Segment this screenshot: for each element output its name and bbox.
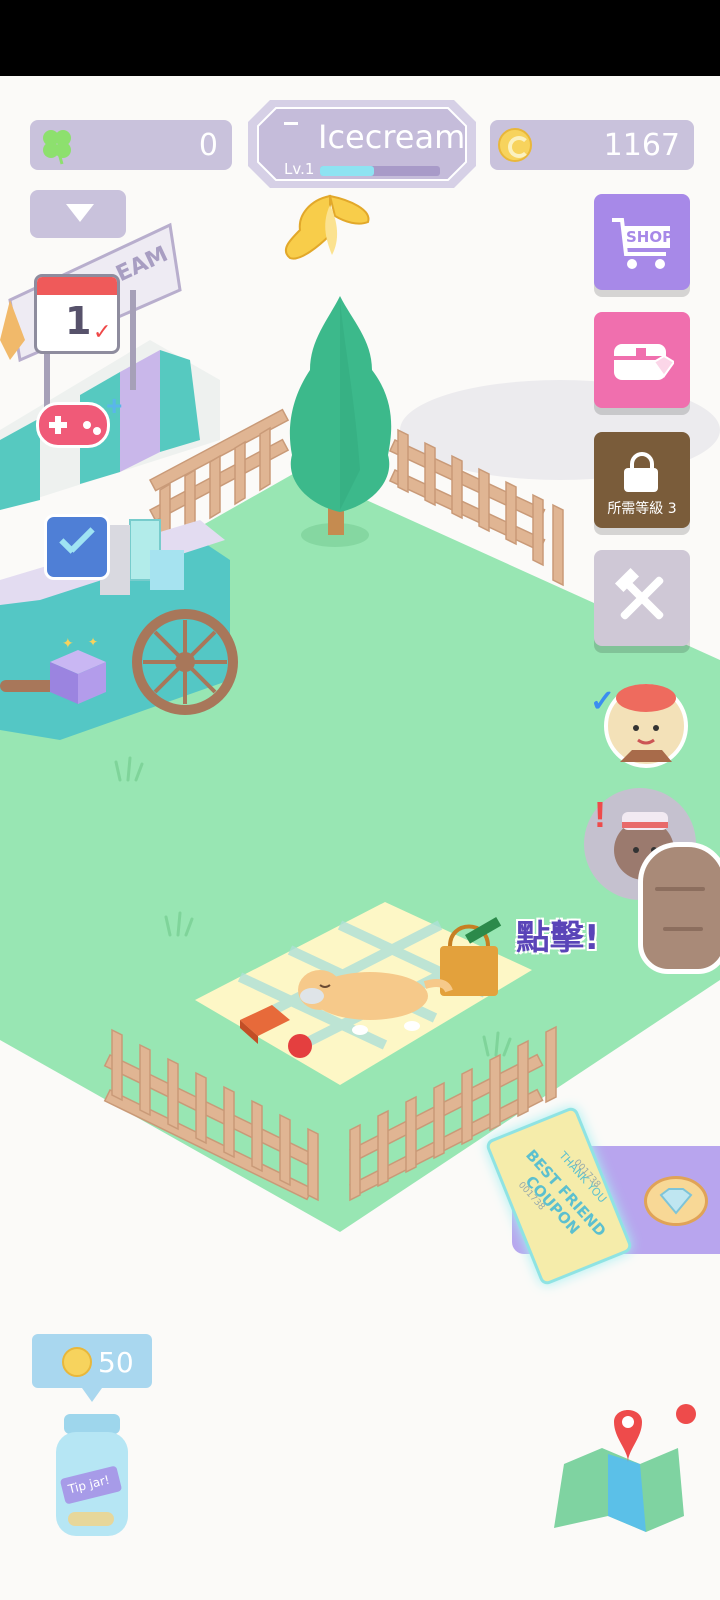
jar-lid (64, 1414, 120, 1434)
tip-jar[interactable]: Tip jar! (56, 1414, 128, 1538)
plate-dash (284, 122, 298, 125)
notification-dot (676, 1404, 696, 1424)
coin-icon (498, 128, 532, 162)
locked-wardrobe-button[interactable]: 所需等級 3 (594, 432, 690, 528)
locked-label: 所需等級 3 (607, 501, 677, 517)
map-icon (550, 1404, 690, 1532)
coin-icon (62, 1347, 92, 1377)
tools-icon (610, 566, 674, 630)
collapse-menu-button[interactable] (30, 190, 126, 238)
level-progress-fill (320, 166, 374, 176)
clover-count: 0 (198, 128, 218, 163)
lock-icon (624, 452, 658, 492)
calendar-button[interactable]: 1 ✓ (30, 270, 126, 358)
build-tools-button[interactable] (594, 550, 690, 646)
level-progress-track (320, 166, 440, 176)
treasure-chest-button[interactable] (594, 312, 690, 408)
check-mark: ✓ (93, 319, 112, 344)
tip-bubble[interactable]: 50 (32, 1334, 152, 1402)
calendar-day: 1 (65, 299, 92, 343)
mystery-box-icon: ✦ ✦ (42, 634, 114, 706)
checkmark-icon: ✓ (590, 685, 616, 718)
alert-icon: ! (594, 794, 606, 835)
poodle-customer-bubble[interactable]: ✓ (590, 668, 690, 778)
calendar-icon: 1 ✓ (34, 274, 120, 354)
map-button[interactable] (550, 1404, 696, 1532)
shop-button[interactable]: SHOP (594, 194, 690, 290)
chevron-down-icon (66, 204, 94, 222)
store-title: Icecream (318, 118, 466, 156)
diamond-icon (644, 1176, 708, 1226)
plus-icon: + (106, 390, 123, 421)
svg-text:✦: ✦ (62, 636, 74, 652)
clover-counter[interactable]: 0 (30, 120, 232, 170)
shop-label: SHOP (626, 228, 674, 246)
coin-count: 1167 (603, 128, 680, 163)
gamepad-icon (36, 402, 110, 448)
tap-hint-paw (638, 842, 720, 974)
level-label: Lv.1 (284, 160, 315, 178)
jar-body: Tip jar! (56, 1432, 128, 1536)
jar-label: Tip jar! (59, 1465, 123, 1505)
clover-icon (36, 124, 78, 166)
tap-hint-text: 點擊! (516, 918, 600, 958)
chest-icon (612, 334, 676, 384)
svg-text:✦: ✦ (88, 635, 98, 649)
minigame-button[interactable]: + (30, 390, 126, 460)
checklist-icon (44, 514, 110, 580)
title-plate[interactable]: Icecream Lv.1 (248, 100, 476, 188)
coin-counter[interactable]: 1167 (490, 120, 694, 170)
tip-jar-label: Tip jar! (66, 1472, 112, 1497)
cart-icon: SHOP (608, 214, 676, 269)
tip-amount: 50 (98, 1346, 134, 1379)
tasks-button[interactable] (30, 510, 126, 590)
mystery-box-button[interactable]: ✦ ✦ (30, 620, 126, 710)
